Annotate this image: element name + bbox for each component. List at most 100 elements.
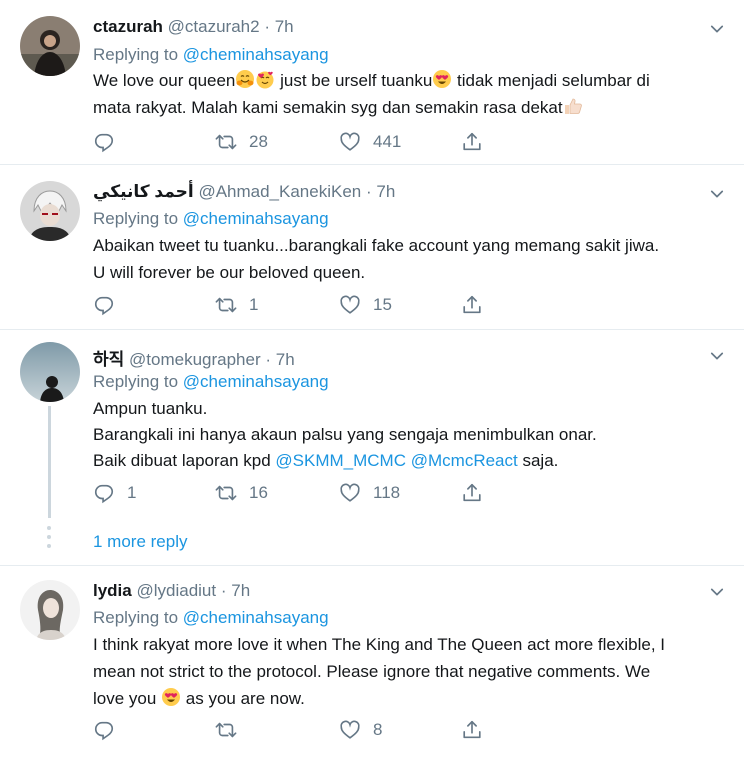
heart-eyes-icon xyxy=(161,687,181,707)
heart-icon xyxy=(339,719,361,741)
tweet-text-line-1a: We love our queen xyxy=(93,71,236,90)
like-count: 8 xyxy=(373,720,383,739)
tweet-text-line-2: U will forever be our beloved queen. xyxy=(93,263,366,282)
tweet-text-line-3b: as you are now. xyxy=(181,689,305,708)
display-name[interactable]: أحمد كانيكي xyxy=(93,182,194,201)
like-button[interactable]: 118 xyxy=(339,481,400,505)
replying-to-mention[interactable]: @cheminahsayang xyxy=(183,608,329,627)
tweet-text-line-1: Abaikan tweet tu tuanku...barangkali fak… xyxy=(93,236,660,255)
replying-to: Replying to @cheminahsayang xyxy=(93,209,329,229)
retweet-button[interactable]: 28 xyxy=(215,130,268,154)
share-icon xyxy=(461,294,483,316)
retweet-icon xyxy=(215,294,237,316)
timestamp[interactable]: 7h xyxy=(231,581,250,600)
replying-to-mention[interactable]: @cheminahsayang xyxy=(183,209,329,228)
chevron-down-icon[interactable] xyxy=(708,20,726,38)
avatar[interactable] xyxy=(20,580,80,640)
like-count: 118 xyxy=(373,483,401,502)
heart-icon xyxy=(339,294,361,316)
avatar[interactable] xyxy=(20,342,80,402)
share-icon xyxy=(461,482,483,504)
tweet-text-line-2: mata rakyat. Malah kami semakin syg dan … xyxy=(93,98,563,117)
tweet-text-line-1b: just be urself tuanku xyxy=(275,71,433,90)
retweet-icon xyxy=(215,482,237,504)
reply-icon xyxy=(93,131,115,153)
heart-eyes-icon xyxy=(432,69,452,89)
retweet-count: 16 xyxy=(249,483,268,502)
user-handle[interactable]: @tomekugrapher xyxy=(129,350,261,369)
mention-mcmcreact[interactable]: @McmcReact xyxy=(411,451,518,470)
avatar[interactable] xyxy=(20,16,80,76)
separator-dot: · xyxy=(365,182,372,201)
share-button[interactable] xyxy=(461,130,483,154)
display-name[interactable]: ctazurah xyxy=(93,17,163,36)
avatar[interactable] xyxy=(20,181,80,241)
replying-to-label: Replying to xyxy=(93,608,179,627)
chevron-down-icon[interactable] xyxy=(708,347,726,365)
separator-dot: · xyxy=(264,17,270,36)
tweet-text-line-2: mean not strict to the protocol. Please … xyxy=(93,662,651,681)
display-name[interactable]: lydia xyxy=(93,581,132,600)
reply-button[interactable] xyxy=(93,293,115,317)
separator-dot: · xyxy=(265,350,272,369)
tweet-text-line-1: Ampun tuanku. xyxy=(93,399,208,418)
replying-to-label: Replying to xyxy=(93,372,179,391)
tweet-text-line-1c: tidak menjadi selumbar di xyxy=(452,71,650,90)
mention-skmm-mcmc[interactable]: @SKMM_MCMC xyxy=(275,451,406,470)
tweet-text: Ampun tuanku. Barangkali ini hanya akaun… xyxy=(93,396,733,474)
chevron-down-icon[interactable] xyxy=(708,185,726,203)
more-replies-link[interactable]: 1 more reply xyxy=(93,532,187,552)
user-handle[interactable]: @Ahmad_KanekiKen xyxy=(198,182,361,201)
tweet-text-line-3a: love you xyxy=(93,689,162,708)
replying-to: Replying to @cheminahsayang xyxy=(93,45,329,65)
smiling-face-with-hearts-icon xyxy=(255,69,275,89)
tweet-actions: 1 16 118 xyxy=(93,481,553,505)
tweet-text-line-1: I think rakyat more love it when The Kin… xyxy=(93,635,666,654)
tweet-ctazurah[interactable]: ctazurah @ctazurah2 · 7h Replying to @ch… xyxy=(0,0,744,165)
like-button[interactable]: 8 xyxy=(339,718,382,742)
like-count: 15 xyxy=(373,295,392,314)
chevron-down-icon[interactable] xyxy=(708,583,726,601)
hugging-face-icon xyxy=(235,69,255,89)
thread-dots xyxy=(47,526,52,553)
reply-button[interactable]: 1 xyxy=(93,481,136,505)
retweet-button[interactable]: 16 xyxy=(215,481,268,505)
tweet-actions: 1 15 xyxy=(93,293,553,317)
tweet-text-line-3b: saja. xyxy=(517,451,559,470)
like-button[interactable]: 15 xyxy=(339,293,392,317)
tweet-actions: 28 441 xyxy=(93,130,553,154)
thumbs-up-icon xyxy=(563,96,583,116)
retweet-button[interactable] xyxy=(215,718,237,742)
reply-button[interactable] xyxy=(93,718,115,742)
user-handle[interactable]: @ctazurah2 xyxy=(168,17,260,36)
replying-to-mention[interactable]: @cheminahsayang xyxy=(183,45,329,64)
tweet-lydia[interactable]: lydia @lydiadiut · 7h Replying to @chemi… xyxy=(0,566,744,759)
share-button[interactable] xyxy=(461,481,483,505)
reply-button[interactable] xyxy=(93,130,115,154)
timestamp[interactable]: 7h xyxy=(275,17,294,36)
reply-icon xyxy=(93,294,115,316)
tweet-ahmad-kanekiken[interactable]: أحمد كانيكي @Ahmad_KanekiKen · 7h Replyi… xyxy=(0,165,744,330)
reply-count: 1 xyxy=(127,483,137,502)
timestamp[interactable]: 7h xyxy=(276,350,295,369)
like-count: 441 xyxy=(373,132,402,151)
tweet-text-line-2: Barangkali ini hanya akaun palsu yang se… xyxy=(93,425,597,444)
retweet-count: 28 xyxy=(249,132,268,151)
tweet-tomekugrapher[interactable]: 하직 @tomekugrapher · 7h Replying to @chem… xyxy=(0,330,744,566)
thread-line xyxy=(48,406,51,518)
retweet-icon xyxy=(215,719,237,741)
tweet-header: 하직 @tomekugrapher · 7h xyxy=(93,345,295,370)
user-handle[interactable]: @lydiadiut xyxy=(136,581,216,600)
share-button[interactable] xyxy=(461,718,483,742)
tweet-text: We love our queen just be urself tuanku … xyxy=(93,67,733,121)
retweet-icon xyxy=(215,131,237,153)
heart-icon xyxy=(339,131,361,153)
like-button[interactable]: 441 xyxy=(339,130,401,154)
retweet-button[interactable]: 1 xyxy=(215,293,258,317)
display-name[interactable]: 하직 xyxy=(93,350,124,369)
replying-to-mention[interactable]: @cheminahsayang xyxy=(183,372,329,391)
timestamp[interactable]: 7h xyxy=(376,182,395,201)
tweet-text: Abaikan tweet tu tuanku...barangkali fak… xyxy=(93,232,733,286)
share-button[interactable] xyxy=(461,293,483,317)
replying-to-label: Replying to xyxy=(93,45,179,64)
